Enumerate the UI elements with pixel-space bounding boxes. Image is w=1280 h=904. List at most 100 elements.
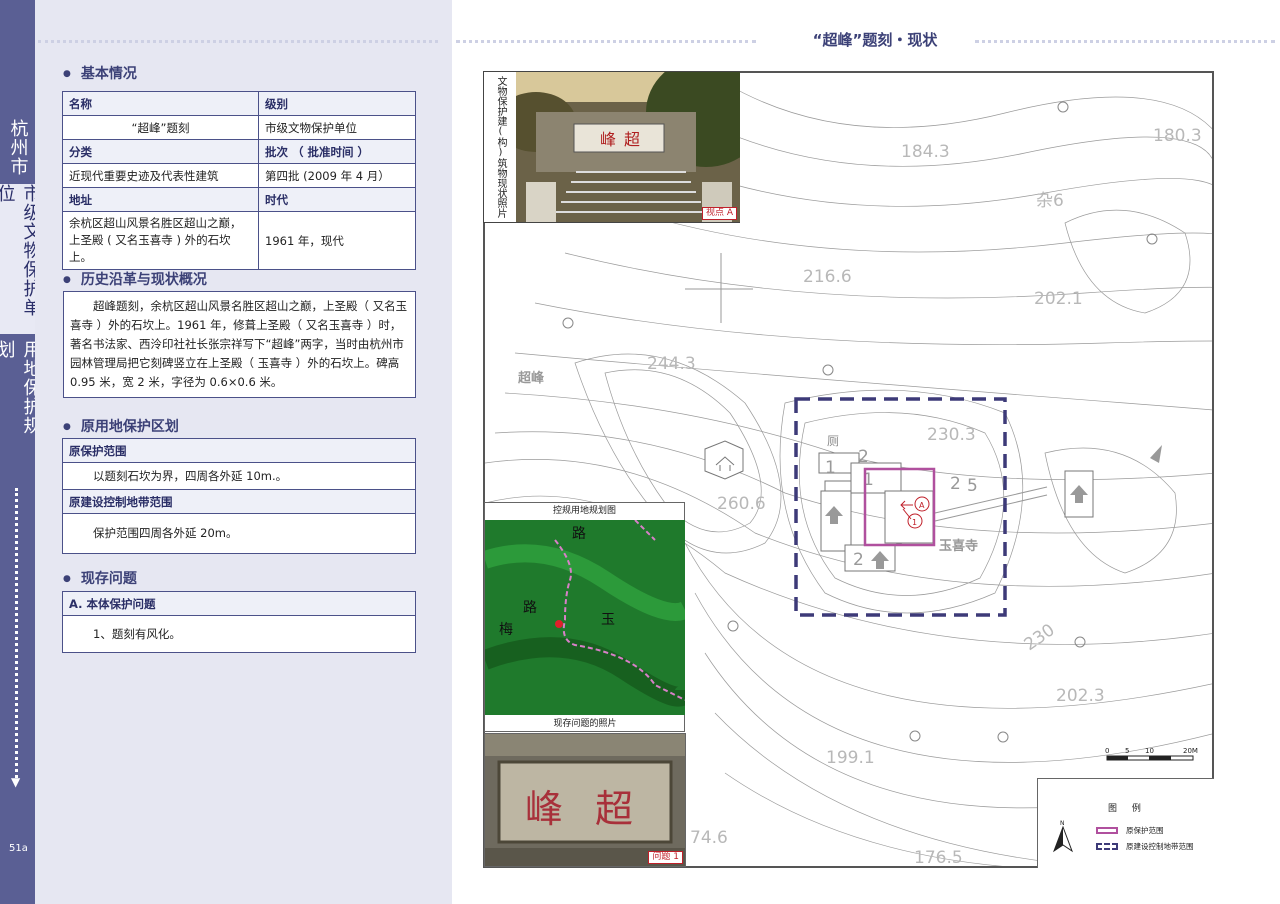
protection-swatch xyxy=(1096,827,1118,834)
table-row: 名称 级别 xyxy=(62,91,416,116)
page-number: 51a xyxy=(9,843,28,854)
temple-label: 玉喜寺 xyxy=(939,538,978,554)
legend-title: 图 例 xyxy=(1108,804,1147,814)
elevation-label: 202.3 xyxy=(1056,686,1105,706)
table-cell: “超峰”题刻 xyxy=(62,115,259,140)
top-dotted-divider-right xyxy=(975,40,1275,43)
basic-info-table: 名称 级别 “超峰”题刻 市级文物保护单位 分类 批次 （ 批准时间 ） 近现代… xyxy=(62,91,416,270)
elevation-label: 260.6 xyxy=(717,494,766,514)
address-line-2: 上圣殿 ( 又名玉喜寺 ) 外的石坎上。 xyxy=(69,233,231,264)
sidebar-city: 杭州市 xyxy=(7,118,29,176)
legend-label: 原建设控制地带范围 xyxy=(1126,842,1194,851)
plan-road-label: 玉 xyxy=(601,612,615,628)
table-row: 地址 时代 xyxy=(62,187,416,212)
map-triangle-mark xyxy=(1150,445,1162,463)
page-title: “超峰”题刻・现状 xyxy=(812,31,938,49)
pavilion-icon xyxy=(704,440,744,480)
buffer-text: 保护范围四周各外延 20m。 xyxy=(93,526,238,540)
issues-box: A. 本体保护问题 1、题刻有风化。 xyxy=(62,591,416,653)
peak-label: 超峰 xyxy=(518,370,545,386)
table-row: “超峰”题刻 市级文物保护单位 xyxy=(62,115,416,140)
scale-label: 20M xyxy=(1183,747,1198,755)
map-label-miscellaneous: 杂6 xyxy=(1036,191,1064,211)
problem-photo-caption: 现存问题的照片 xyxy=(553,719,617,729)
regulatory-plan-svg: 路 路 梅 玉 xyxy=(485,520,685,715)
problem-photo-svg: 峰 超 xyxy=(485,734,685,866)
table-row: 分类 批次 （ 批准时间 ） xyxy=(62,139,416,164)
legend-box: N 图 例 原保护范围 原建设控制地带范围 xyxy=(1037,778,1214,868)
table-cell: 1961 年，现代 xyxy=(258,211,416,270)
regulatory-plan-panel: 控规用地规划图 路 路 梅 玉 现存问题的照片 xyxy=(484,502,685,732)
section-history-title: 历史沿革与现状概况 xyxy=(63,269,207,289)
elevation-label: 202.1 xyxy=(1034,289,1083,309)
section-protection-title: 原用地保护区划 xyxy=(63,416,179,436)
issues-sub-label: A. 本体保护问题 xyxy=(63,592,415,616)
table-header-cell: 时代 xyxy=(258,187,416,212)
table-header-cell: 批次 （ 批准时间 ） xyxy=(258,139,416,164)
photo-character: 峰 xyxy=(525,787,563,831)
north-label: N xyxy=(1060,820,1065,827)
photo-character: 超 xyxy=(624,130,640,149)
elevation-label: 184.3 xyxy=(901,142,950,162)
address-line-1: 余杭区超山风景名胜区超山之巅， xyxy=(69,216,242,230)
cross-marker xyxy=(685,253,753,323)
history-text: 超峰题刻，余杭区超山风景名胜区超山之巅，上圣殿（ 又名玉喜寺 ）外的石坎上。19… xyxy=(70,299,408,389)
photo-vertical-caption: 文物保护建(构)筑物现状照片 xyxy=(495,76,506,218)
problem-photo: 峰 超 问题 1 xyxy=(484,733,686,867)
elevation-label: 74.6 xyxy=(690,828,728,848)
photo-character: 峰 xyxy=(600,130,616,149)
plan-road-label: 路 xyxy=(572,526,586,542)
photo-character: 超 xyxy=(595,787,633,831)
buffer-swatch xyxy=(1096,843,1118,850)
scale-label: 5 xyxy=(1125,747,1129,755)
table-header-cell: 分类 xyxy=(62,139,259,164)
table-row: 余杭区超山风景名胜区超山之巅， 上圣殿 ( 又名玉喜寺 ) 外的石坎上。 196… xyxy=(62,211,416,270)
marker-a-label: A xyxy=(919,501,925,510)
down-arrow-icon: ▼ xyxy=(11,775,21,789)
plan-road-label: 梅 xyxy=(499,622,513,638)
elevation-label: 176.5 xyxy=(914,848,963,868)
elevation-label: 230.3 xyxy=(927,425,976,445)
buffer-label: 原建设控制地带范围 xyxy=(63,490,415,514)
sidebar-category: 市级文物保护单位 xyxy=(0,184,42,334)
section-basic-info-title: 基本情况 xyxy=(63,63,137,83)
table-header-cell: 级别 xyxy=(258,91,416,116)
legend-item-protection: 原保护范围 xyxy=(1096,825,1164,836)
protection-box: 原保护范围 以题刻石坎为界，四周各外延 10m.。 原建设控制地带范围 保护范围… xyxy=(62,438,416,554)
marker-1-label: 1 xyxy=(912,518,917,527)
table-header-cell: 名称 xyxy=(62,91,259,116)
table-header-cell: 地址 xyxy=(62,187,259,212)
viewpoint-tag: 视点 A xyxy=(701,207,737,220)
top-dotted-divider-left xyxy=(38,40,438,43)
scale-label: 10 xyxy=(1145,747,1154,755)
stone-steps-photo: 峰 超 xyxy=(516,72,740,222)
sidebar-section: 用地保护规划 xyxy=(0,340,42,435)
regulatory-plan-image: 路 路 梅 玉 xyxy=(485,520,685,715)
history-text-box: 超峰题刻，余杭区超山风景名胜区超山之巅，上圣殿（ 又名玉喜寺 ）外的石坎上。19… xyxy=(63,291,416,398)
elevation-label: 230 xyxy=(1021,620,1059,655)
plan-caption: 控规用地规划图 xyxy=(552,506,616,516)
elevation-label: 216.6 xyxy=(803,267,852,287)
current-photo-panel: 文物保护建(构)筑物现状照片 峰 超 视点 A xyxy=(483,71,740,223)
issue-item: 1、题刻有风化。 xyxy=(93,627,181,641)
table-cell: 余杭区超山风景名胜区超山之巅， 上圣殿 ( 又名玉喜寺 ) 外的石坎上。 xyxy=(62,211,259,270)
scale-label: 0 xyxy=(1105,747,1109,755)
table-cell: 第四批 (2009 年 4 月） xyxy=(258,163,416,188)
top-dotted-divider-mid xyxy=(456,40,756,43)
building-number: 2 xyxy=(950,474,961,494)
building-number: 2 xyxy=(858,447,869,467)
table-row: 近现代重要史迹及代表性建筑 第四批 (2009 年 4 月） xyxy=(62,163,416,188)
table-cell: 市级文物保护单位 xyxy=(258,115,416,140)
legend-label: 原保护范围 xyxy=(1126,826,1164,835)
sidebar-dotted-line xyxy=(15,488,18,778)
protection-scope-label: 原保护范围 xyxy=(63,439,415,463)
elevation-label: 244.3 xyxy=(647,354,696,374)
north-arrow-icon: N xyxy=(1052,820,1074,853)
building-number: 1 xyxy=(825,458,836,478)
stone-steps-photo-svg: 峰 超 xyxy=(516,72,740,222)
toilet-label: 厕 xyxy=(827,434,839,448)
elevation-label: 199.1 xyxy=(826,748,875,768)
building-number: 2 xyxy=(853,550,864,570)
legend-item-buffer: 原建设控制地带范围 xyxy=(1096,841,1194,852)
building-number: 5 xyxy=(967,476,978,496)
